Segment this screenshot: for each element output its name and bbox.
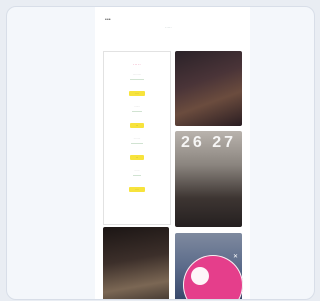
block-heading: ········ xyxy=(133,173,141,177)
block-heading: ·········· xyxy=(132,109,142,113)
block-button[interactable]: ··· xyxy=(129,123,145,128)
performance-photo-3[interactable] xyxy=(103,227,169,299)
info-block-3: ········ ············ ··· xyxy=(108,137,166,163)
info-block-4: ······ ········ ···· xyxy=(108,169,166,195)
info-block-1: ·········· ·············· ···· xyxy=(108,73,166,99)
close-icon[interactable]: ✕ xyxy=(233,253,238,260)
block-heading: ············ xyxy=(131,141,143,145)
block-button[interactable]: ··· xyxy=(129,155,145,160)
date-overlay: 26 27 xyxy=(181,134,237,151)
badge-dot-icon xyxy=(191,267,209,285)
block-button[interactable]: ···· xyxy=(129,91,145,96)
header-mark: ····· xyxy=(165,25,172,30)
performance-photo-2[interactable]: 26 27 xyxy=(175,131,242,227)
performance-photo-1[interactable] xyxy=(175,51,242,126)
block-button[interactable]: ···· xyxy=(129,187,145,192)
block-heading: ·············· xyxy=(130,77,144,81)
event-info-card: ····· ·········· ·············· ···· ···… xyxy=(103,51,171,225)
site-logo[interactable]: ••• xyxy=(105,17,111,23)
page-canvas: ••• ····· ····· ·········· ·············… xyxy=(95,7,250,299)
card-title: ····· xyxy=(132,62,142,67)
screenshot-frame: ••• ····· ····· ·········· ·············… xyxy=(6,6,315,300)
info-block-2: ······· ·········· ··· xyxy=(108,105,166,131)
